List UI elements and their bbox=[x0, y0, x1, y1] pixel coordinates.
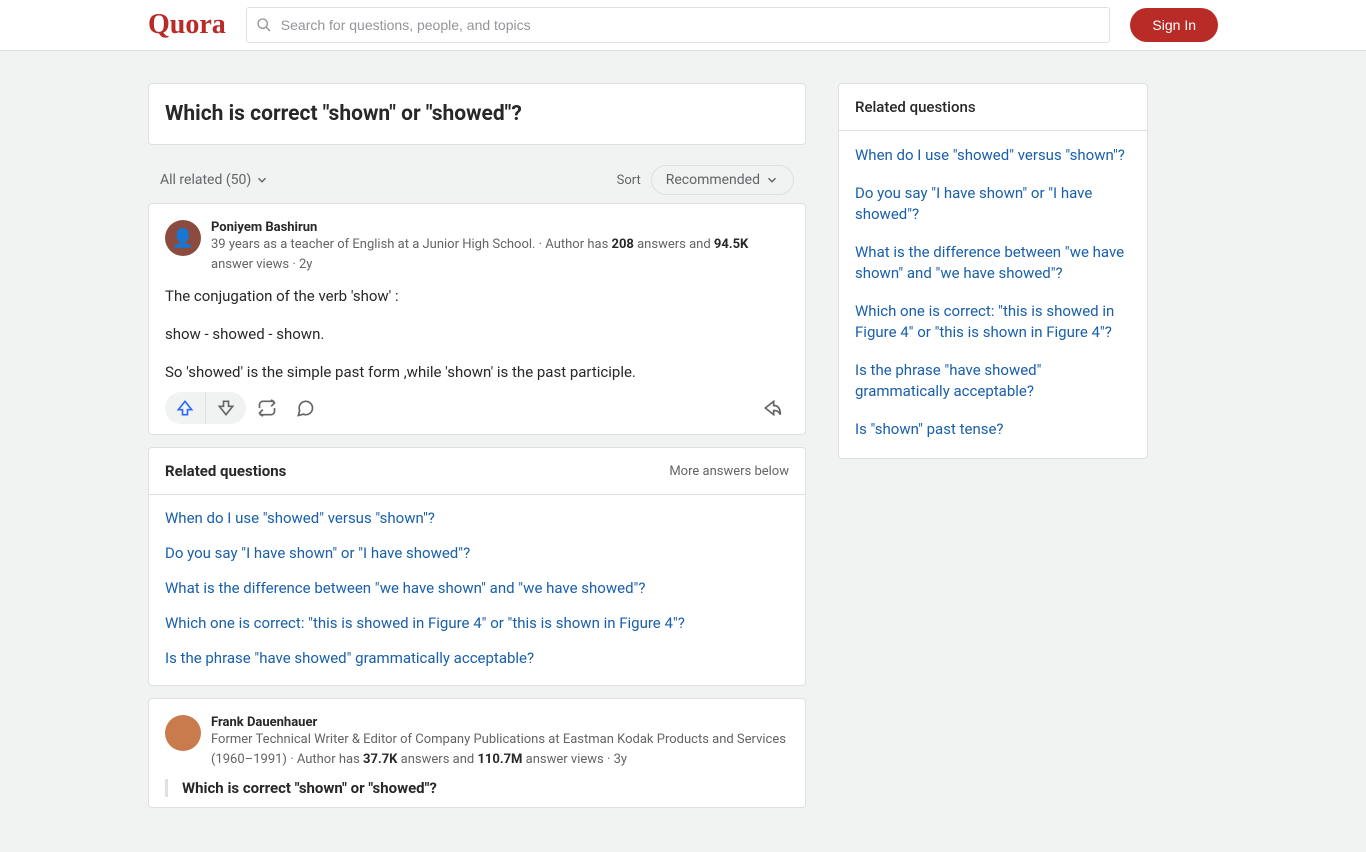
question-card: Which is correct "shown" or "showed"? bbox=[148, 83, 806, 145]
upvote-button[interactable] bbox=[165, 392, 205, 424]
upvote-icon bbox=[175, 398, 195, 418]
answer-paragraph: So 'showed' is the simple past form ,whi… bbox=[165, 360, 789, 384]
answer-header: 👤 Poniyem Bashirun 39 years as a teacher… bbox=[165, 220, 789, 274]
comment-icon bbox=[295, 398, 315, 418]
related-header: Related questions More answers below bbox=[149, 448, 805, 495]
related-link[interactable]: Is the phrase "have showed" grammaticall… bbox=[165, 649, 789, 667]
repost-button[interactable] bbox=[250, 393, 284, 423]
filter-label: All related (50) bbox=[160, 172, 251, 188]
related-link[interactable]: When do I use "showed" versus "shown"? bbox=[165, 509, 789, 527]
share-button[interactable] bbox=[755, 393, 789, 423]
sort-select[interactable]: Recommended bbox=[651, 165, 794, 195]
sidebar-links: When do I use "showed" versus "shown"? D… bbox=[839, 131, 1147, 458]
sidebar-related-card: Related questions When do I use "showed"… bbox=[838, 83, 1148, 459]
related-link[interactable]: Do you say "I have shown" or "I have sho… bbox=[165, 544, 789, 562]
related-link[interactable]: What is the difference between "we have … bbox=[165, 579, 789, 597]
downvote-icon bbox=[216, 398, 236, 418]
sidebar: Related questions When do I use "showed"… bbox=[838, 83, 1148, 820]
search-icon bbox=[256, 17, 272, 33]
main-column: Which is correct "shown" or "showed"? Al… bbox=[148, 83, 806, 820]
downvote-button[interactable] bbox=[206, 392, 246, 424]
sort-container: Sort Recommended bbox=[617, 165, 794, 195]
chevron-down-icon bbox=[255, 173, 269, 187]
answer-paragraph: show - showed - shown. bbox=[165, 322, 789, 346]
logo[interactable]: Quora bbox=[148, 9, 226, 41]
repost-icon bbox=[257, 398, 277, 418]
comment-button[interactable] bbox=[288, 393, 322, 423]
answer-card: Frank Dauenhauer Former Technical Writer… bbox=[148, 698, 806, 808]
author-meta: Former Technical Writer & Editor of Comp… bbox=[211, 730, 789, 769]
vote-group bbox=[165, 392, 246, 424]
sidebar-title: Related questions bbox=[839, 84, 1147, 131]
all-related-filter[interactable]: All related (50) bbox=[160, 172, 269, 188]
sidebar-link[interactable]: Is "shown" past tense? bbox=[855, 419, 1131, 440]
sidebar-link[interactable]: Which one is correct: "this is showed in… bbox=[855, 301, 1131, 343]
question-title: Which is correct "shown" or "showed"? bbox=[165, 102, 789, 126]
chevron-down-icon bbox=[765, 173, 779, 187]
related-title: Related questions bbox=[165, 462, 286, 480]
related-link[interactable]: Which one is correct: "this is showed in… bbox=[165, 614, 789, 632]
sidebar-link[interactable]: Is the phrase "have showed" grammaticall… bbox=[855, 360, 1131, 402]
answer-card: 👤 Poniyem Bashirun 39 years as a teacher… bbox=[148, 203, 806, 435]
answer-body: The conjugation of the verb 'show' : sho… bbox=[165, 284, 789, 384]
author-meta: 39 years as a teacher of English at a Ju… bbox=[211, 235, 789, 274]
related-questions-inline: Related questions More answers below Whe… bbox=[148, 447, 806, 686]
avatar[interactable]: 👤 bbox=[165, 220, 201, 256]
main-container: Which is correct "shown" or "showed"? Al… bbox=[148, 51, 1366, 852]
author-info: Poniyem Bashirun 39 years as a teacher o… bbox=[211, 220, 789, 274]
answer-paragraph: The conjugation of the verb 'show' : bbox=[165, 284, 789, 308]
search-container bbox=[246, 7, 1111, 43]
author-name[interactable]: Frank Dauenhauer bbox=[211, 715, 789, 730]
sort-value: Recommended bbox=[666, 172, 760, 188]
header: Quora Sign In bbox=[0, 0, 1366, 51]
sidebar-link[interactable]: What is the difference between "we have … bbox=[855, 242, 1131, 284]
quote-block: Which is correct "shown" or "showed"? bbox=[165, 779, 789, 797]
share-icon bbox=[762, 398, 782, 418]
sort-label: Sort bbox=[617, 173, 641, 188]
search-input[interactable] bbox=[246, 7, 1111, 43]
quoted-question: Which is correct "shown" or "showed"? bbox=[182, 779, 789, 797]
author-name[interactable]: Poniyem Bashirun bbox=[211, 220, 789, 235]
filter-bar: All related (50) Sort Recommended bbox=[148, 157, 806, 203]
answer-header: Frank Dauenhauer Former Technical Writer… bbox=[165, 715, 789, 769]
related-links: When do I use "showed" versus "shown"? D… bbox=[149, 495, 805, 685]
author-info: Frank Dauenhauer Former Technical Writer… bbox=[211, 715, 789, 769]
sidebar-link[interactable]: When do I use "showed" versus "shown"? bbox=[855, 145, 1131, 166]
action-bar bbox=[165, 392, 789, 424]
sidebar-link[interactable]: Do you say "I have shown" or "I have sho… bbox=[855, 183, 1131, 225]
more-answers-label: More answers below bbox=[669, 464, 789, 479]
avatar[interactable] bbox=[165, 715, 201, 751]
sign-in-button[interactable]: Sign In bbox=[1130, 8, 1218, 42]
